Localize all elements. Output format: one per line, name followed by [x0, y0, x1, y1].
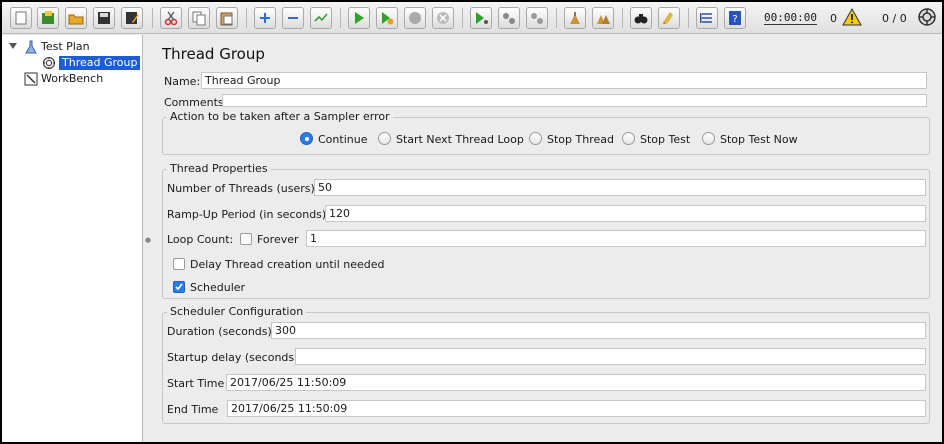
remote-status-icon: [917, 7, 937, 27]
start-icon[interactable]: [348, 7, 370, 29]
toolbar-separator: [688, 8, 689, 28]
start-time-label: Start Time: [167, 377, 225, 390]
tree-item-label: WorkBench: [41, 72, 104, 85]
rampup-field[interactable]: 120: [325, 205, 926, 222]
clear-all-icon[interactable]: [592, 7, 614, 29]
toolbar-separator: [340, 8, 341, 28]
svg-text:?: ?: [732, 14, 737, 25]
shutdown-icon[interactable]: [432, 7, 454, 29]
radio-continue[interactable]: [300, 132, 313, 145]
remote-start-icon[interactable]: [470, 7, 492, 29]
reset-search-icon[interactable]: [658, 7, 680, 29]
function-helper-icon[interactable]: [696, 7, 718, 29]
workbench-icon: [24, 72, 38, 86]
expand-arrow-icon[interactable]: [8, 41, 18, 51]
jmeter-window: ? 00:00:00 0 0 / 0 Test Plan Thread Grou…: [2, 2, 942, 442]
end-time-label: End Time: [167, 403, 219, 416]
toolbar-separator: [246, 8, 247, 28]
scheduler-label: Scheduler: [190, 281, 246, 294]
thread-properties-title: Thread Properties: [167, 162, 271, 175]
open-icon[interactable]: [65, 7, 87, 29]
page-title: Thread Group: [162, 45, 265, 63]
expand-icon[interactable]: [254, 7, 276, 29]
sampler-error-title: Action to be taken after a Sampler error: [167, 110, 393, 123]
templates-icon[interactable]: [37, 7, 59, 29]
forever-label: Forever: [257, 233, 299, 246]
thread-group-icon: [42, 56, 56, 70]
forever-checkbox[interactable]: [240, 233, 252, 245]
comments-field[interactable]: [222, 94, 927, 107]
thread-group-panel: Thread Group Name: Thread Group Comments…: [150, 35, 942, 442]
toolbar-separator: [622, 8, 623, 28]
test-tree: Test Plan Thread Group WorkBench: [2, 35, 143, 442]
radio-stop-thread-label: Stop Thread: [547, 133, 614, 146]
error-count: 0: [830, 12, 837, 25]
radio-stop-test-now[interactable]: [702, 132, 715, 145]
radio-start-next-loop[interactable]: [378, 132, 391, 145]
tree-item-label: Test Plan: [41, 40, 90, 53]
toolbar-separator: [152, 8, 153, 28]
paste-icon[interactable]: [216, 7, 238, 29]
collapse-icon[interactable]: [282, 7, 304, 29]
end-time-field[interactable]: 2017/06/25 11:50:09: [227, 400, 926, 417]
radio-stop-test-label: Stop Test: [640, 133, 691, 146]
threads-label: Number of Threads (users):: [167, 182, 319, 195]
delay-thread-checkbox[interactable]: [173, 258, 185, 270]
radio-continue-label: Continue: [318, 133, 368, 146]
loop-count-label: Loop Count:: [167, 233, 234, 246]
start-no-timers-icon[interactable]: [376, 7, 398, 29]
name-label: Name:: [164, 75, 201, 88]
cut-icon[interactable]: [160, 7, 182, 29]
duration-label: Duration (seconds): [167, 325, 272, 338]
test-plan-icon: [24, 40, 38, 54]
tree-item-label: Thread Group: [59, 55, 141, 70]
active-threads: 0 / 0: [882, 12, 907, 25]
name-field[interactable]: Thread Group: [201, 72, 927, 89]
warning-icon[interactable]: [842, 7, 862, 27]
tree-item-thread-group[interactable]: Thread Group: [42, 55, 141, 70]
remote-stop-icon[interactable]: [498, 7, 520, 29]
copy-icon[interactable]: [188, 7, 210, 29]
comments-label: Comments:: [164, 96, 228, 109]
save-icon[interactable]: [93, 7, 115, 29]
elapsed-timer: 00:00:00: [764, 11, 817, 25]
clear-icon[interactable]: [564, 7, 586, 29]
startup-delay-label: Startup delay (seconds): [167, 351, 299, 364]
radio-start-next-loop-label: Start Next Thread Loop: [396, 133, 524, 146]
new-icon[interactable]: [10, 7, 32, 29]
loop-count-field[interactable]: 1: [306, 230, 926, 247]
scheduler-config-title: Scheduler Configuration: [167, 305, 307, 318]
remote-shutdown-icon[interactable]: [526, 7, 548, 29]
radio-stop-test-now-label: Stop Test Now: [720, 133, 798, 146]
toolbar: ? 00:00:00 0 0 / 0: [2, 2, 942, 34]
tree-item-test-plan[interactable]: Test Plan: [24, 39, 90, 54]
toolbar-separator: [556, 8, 557, 28]
save-as-icon[interactable]: [121, 7, 143, 29]
duration-field[interactable]: 300: [271, 322, 926, 339]
scheduler-checkbox[interactable]: [173, 281, 185, 293]
start-time-field[interactable]: 2017/06/25 11:50:09: [226, 374, 926, 391]
threads-field[interactable]: 50: [314, 179, 926, 196]
toolbar-separator: [462, 8, 463, 28]
delay-thread-label: Delay Thread creation until needed: [190, 258, 385, 271]
tree-item-workbench[interactable]: WorkBench: [24, 71, 103, 86]
radio-stop-thread[interactable]: [529, 132, 542, 145]
radio-stop-test[interactable]: [622, 132, 635, 145]
stop-icon[interactable]: [404, 7, 426, 29]
rampup-label: Ramp-Up Period (in seconds):: [167, 208, 330, 221]
search-icon[interactable]: [630, 7, 652, 29]
toggle-icon[interactable]: [310, 7, 332, 29]
help-icon[interactable]: ?: [724, 7, 746, 29]
startup-delay-field[interactable]: [295, 348, 926, 365]
